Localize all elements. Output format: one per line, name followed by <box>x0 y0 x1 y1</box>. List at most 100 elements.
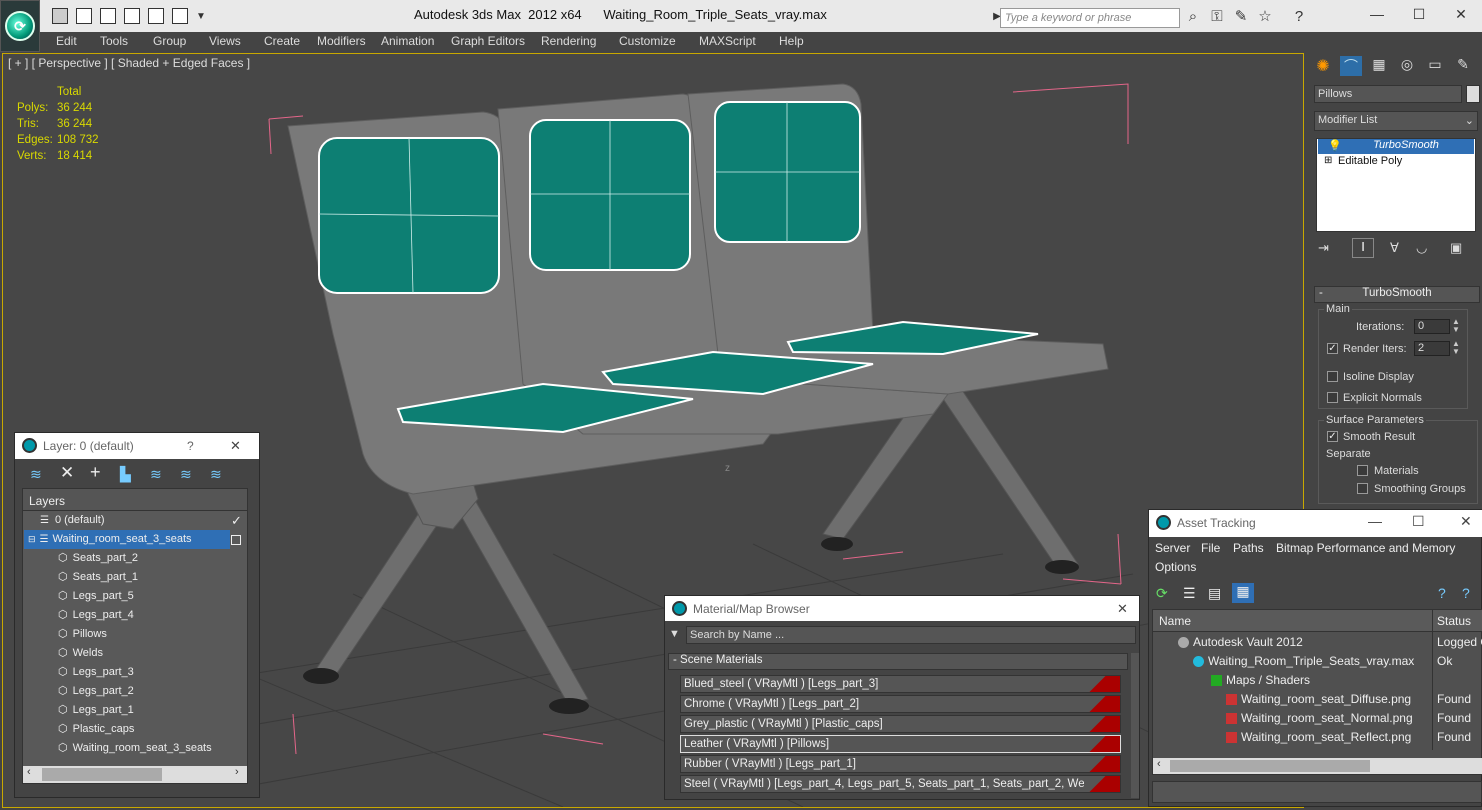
stack-item-turbosmooth[interactable]: 💡 TurboSmooth <box>1318 139 1474 154</box>
layer-object-item[interactable]: ⬡ Seats_part_2 <box>58 549 138 568</box>
material-item-grey-plastic[interactable]: Grey_plastic ( VRayMtl ) [Plastic_caps] <box>680 715 1121 733</box>
asset-row-normal[interactable]: Waiting_room_seat_Normal.png <box>1226 709 1413 728</box>
configure-modifier-sets-icon[interactable]: ▣ <box>1450 240 1462 256</box>
explicit-normals-checkbox[interactable] <box>1327 392 1338 403</box>
object-name-field[interactable]: Pillows <box>1314 85 1462 103</box>
viewport-label[interactable]: [ + ] [ Perspective ] [ Shaded + Edged F… <box>8 56 250 70</box>
scroll-left-icon[interactable]: ‹ <box>27 766 31 778</box>
table-view-icon[interactable]: ▦ <box>1232 583 1254 603</box>
layer-object-item[interactable]: ⬡ Plastic_caps <box>58 720 134 739</box>
asset-menu-file[interactable]: File <box>1201 541 1220 555</box>
scroll-left-icon[interactable]: ‹ <box>1157 758 1161 770</box>
maximize-button[interactable]: ☐ <box>1404 4 1434 24</box>
menu-graph-editors[interactable]: Graph Editors <box>451 34 525 48</box>
delete-layer-icon[interactable]: ✕ <box>60 463 74 483</box>
set-current-layer-icon[interactable] <box>231 535 241 545</box>
modifier-list-dropdown[interactable]: Modifier List ⌄ <box>1314 111 1478 131</box>
layer-object-item[interactable]: ⬡ Waiting_room_seat_3_seats <box>58 739 212 758</box>
asset-menu-bitmap-performance[interactable]: Bitmap Performance and Memory <box>1276 541 1455 555</box>
menu-tools[interactable]: Tools <box>100 34 128 48</box>
help-icon[interactable]: ? <box>1290 8 1308 26</box>
hold-icon[interactable] <box>124 8 140 24</box>
search-input[interactable]: Type a keyword or phrase <box>1000 8 1180 28</box>
add-to-layer-icon[interactable]: + <box>90 462 101 483</box>
layer-object-item[interactable]: ⬡ Legs_part_5 <box>58 587 134 606</box>
asset-row-maps[interactable]: Maps / Shaders <box>1211 671 1310 690</box>
material-item-chrome[interactable]: Chrome ( VRayMtl ) [Legs_part_2] <box>680 695 1121 713</box>
browser-options-icon[interactable]: ▼ <box>669 628 680 640</box>
menu-group[interactable]: Group <box>153 34 186 48</box>
scrollbar-thumb[interactable] <box>42 768 162 781</box>
asset-name-column-header[interactable]: Name <box>1159 614 1191 628</box>
refresh-icon[interactable]: ⟳ <box>1156 585 1168 602</box>
tree-view-icon[interactable]: ▤ <box>1208 585 1221 602</box>
material-list-scrollbar[interactable] <box>1131 653 1139 798</box>
object-color-swatch[interactable] <box>1466 85 1480 103</box>
hierarchy-tab-icon[interactable]: ▦ <box>1368 56 1390 76</box>
column-divider[interactable] <box>1432 610 1433 750</box>
layer-help-button[interactable]: ? <box>187 439 194 453</box>
collapse-minus-icon[interactable]: ⊟ <box>28 534 36 544</box>
layer-object-item[interactable]: ⬡ Legs_part_4 <box>58 606 134 625</box>
asset-minimize-button[interactable]: — <box>1368 513 1382 529</box>
render-iters-checkbox[interactable]: ✓ <box>1327 343 1338 354</box>
asset-status-column-header[interactable]: Status <box>1437 614 1471 628</box>
menu-create[interactable]: Create <box>264 34 300 48</box>
layer-object-item[interactable]: ⬡ Legs_part_2 <box>58 682 134 701</box>
spinner-arrows-icon[interactable]: ▲ ▼ <box>1452 340 1460 356</box>
material-item-steel[interactable]: Steel ( VRayMtl ) [Legs_part_4, Legs_par… <box>680 775 1121 793</box>
layer-object-item[interactable]: ⬡ Seats_part_1 <box>58 568 138 587</box>
menu-edit[interactable]: Edit <box>56 34 77 48</box>
lightbulb-icon[interactable]: 💡 <box>1328 139 1342 152</box>
layer-object-item[interactable]: ⬡ Welds <box>58 644 103 663</box>
layer-object-item[interactable]: ⬡ Legs_part_1 <box>58 701 134 720</box>
material-item-rubber[interactable]: Rubber ( VRayMtl ) [Legs_part_1] <box>680 755 1121 773</box>
stack-item-editable-poly[interactable]: ⊞ Editable Poly <box>1318 155 1474 170</box>
material-search-input[interactable]: Search by Name ... <box>686 626 1136 644</box>
new-layer-icon[interactable]: ≋ <box>30 466 42 483</box>
render-iters-spinner[interactable]: 2 <box>1414 341 1450 356</box>
hide-all-layers-icon[interactable]: ≋ <box>180 466 192 483</box>
app-menu-button[interactable]: ⟳ <box>0 0 40 52</box>
communication-icon[interactable]: ✎ <box>1232 8 1250 26</box>
isoline-display-checkbox[interactable] <box>1327 371 1338 382</box>
motion-tab-icon[interactable]: ◎ <box>1396 56 1418 76</box>
scrollbar-thumb[interactable] <box>1170 760 1370 772</box>
expand-plus-icon[interactable]: ⊞ <box>1324 155 1332 166</box>
binoculars-icon[interactable]: ⌕ <box>1184 8 1202 26</box>
list-view-icon[interactable]: ☰ <box>1183 585 1196 602</box>
new-scene-icon[interactable] <box>100 8 116 24</box>
asset-help-icon[interactable]: ? <box>1438 585 1446 601</box>
highlight-layer-icon[interactable]: ≋ <box>150 466 162 483</box>
select-in-layer-icon[interactable]: ▙ <box>120 466 131 483</box>
utilities-tab-icon[interactable]: ✎ <box>1452 56 1474 76</box>
scroll-right-icon[interactable]: › <box>235 766 239 778</box>
menu-views[interactable]: Views <box>209 34 241 48</box>
menu-maxscript[interactable]: MAXScript <box>699 34 756 48</box>
material-item-leather[interactable]: Leather ( VRayMtl ) [Pillows] <box>680 735 1121 753</box>
menu-modifiers[interactable]: Modifiers <box>317 34 366 48</box>
iterations-spinner[interactable]: 0 <box>1414 319 1450 334</box>
subscription-icon[interactable]: ⚿ <box>1208 8 1226 26</box>
material-item-blued-steel[interactable]: Blued_steel ( VRayMtl ) [Legs_part_3] <box>680 675 1121 693</box>
make-unique-icon[interactable]: ∀ <box>1390 240 1399 256</box>
asset-row-vault[interactable]: Autodesk Vault 2012 <box>1178 633 1303 652</box>
modify-tab-icon[interactable]: ⌒ <box>1340 56 1362 76</box>
menu-help[interactable]: Help <box>779 34 804 48</box>
asset-row-reflect[interactable]: Waiting_room_seat_Reflect.png <box>1226 728 1411 747</box>
menu-rendering[interactable]: Rendering <box>541 34 596 48</box>
layer-item-waiting-room[interactable]: ⊟ ☰ Waiting_room_seat_3_seats <box>24 530 230 549</box>
show-end-result-icon[interactable]: I <box>1352 238 1374 258</box>
quick-access-dropdown-icon[interactable]: ▼ <box>192 8 210 26</box>
undo-icon[interactable] <box>148 8 164 24</box>
asset-help-search-icon[interactable]: ? <box>1462 585 1470 601</box>
spinner-arrows-icon[interactable]: ▲ ▼ <box>1452 318 1460 334</box>
asset-close-button[interactable]: ✕ <box>1460 513 1472 530</box>
asset-row-diffuse[interactable]: Waiting_room_seat_Diffuse.png <box>1226 690 1411 709</box>
pin-stack-icon[interactable]: ⇥ <box>1318 240 1329 256</box>
freeze-all-layers-icon[interactable]: ≋ <box>210 466 222 483</box>
layer-object-item[interactable]: ⬡ Pillows <box>58 625 107 644</box>
redo-icon[interactable] <box>172 8 188 24</box>
separate-materials-checkbox[interactable] <box>1357 465 1368 476</box>
layers-column-header[interactable]: Layers <box>29 494 65 508</box>
